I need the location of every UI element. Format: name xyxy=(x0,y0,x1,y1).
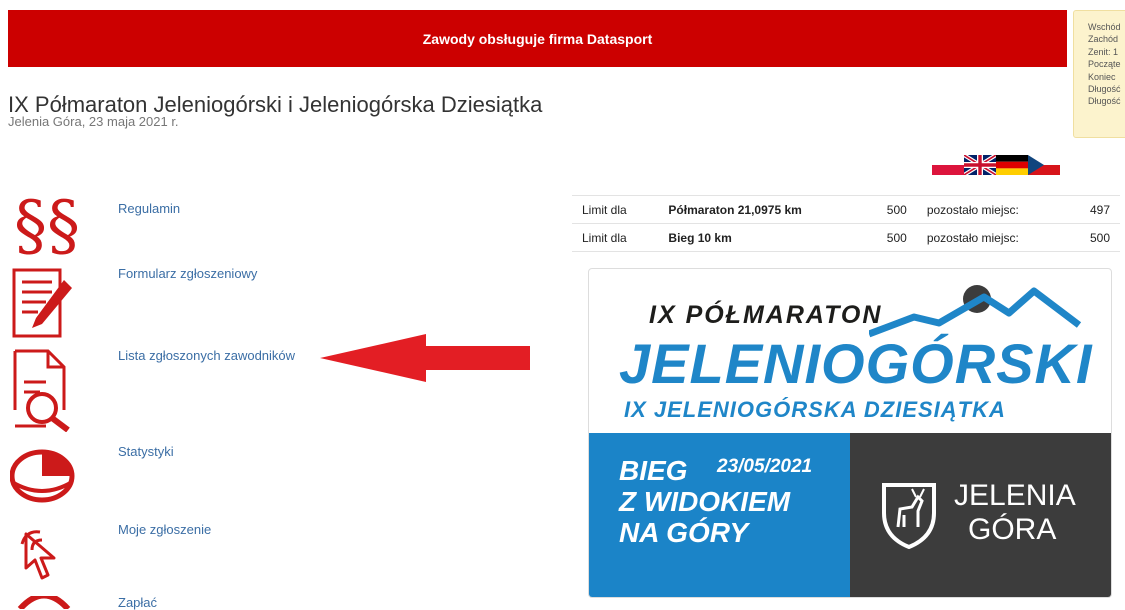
menu-link-moje-zgloszenie[interactable]: Moje zgłoszenie xyxy=(118,522,211,537)
race-name: Bieg 10 km xyxy=(658,223,864,252)
remaining-count: 497 xyxy=(1066,195,1120,224)
poster-line1: IX PÓŁMARATON xyxy=(649,301,883,329)
page-subtitle: Jelenia Góra, 23 maja 2021 r. xyxy=(8,114,179,129)
poster-city-line1: JELENIA xyxy=(954,479,1076,512)
menu-link-statystyki[interactable]: Statystyki xyxy=(118,444,174,459)
limit-prefix: Limit dla xyxy=(572,195,659,224)
menu-link-regulamin[interactable]: Regulamin xyxy=(118,201,180,216)
payment-icon[interactable] xyxy=(14,596,74,609)
poster-city-line2: GÓRA xyxy=(968,513,1057,546)
poster-blue-panel: BIEG Z WIDOKIEM NA GÓRY 23/05/2021 xyxy=(589,433,850,597)
sun-info-line: Koniec xyxy=(1088,71,1116,82)
de-flag-icon[interactable] xyxy=(996,155,1028,175)
banner-text: Zawody obsługuje firma Datasport xyxy=(422,30,653,47)
remaining-label: pozostało miejsc: xyxy=(916,195,1067,224)
cursor-click-icon[interactable] xyxy=(20,528,66,584)
datasport-banner: Zawody obsługuje firma Datasport xyxy=(8,10,1067,67)
remaining-label: pozostało miejsc: xyxy=(916,223,1067,252)
poster-line3: IX JELENIOGÓRSKA DZIESIĄTKA xyxy=(624,397,1006,422)
sun-info-box: Wschód Zachód Zenit: 1 Począte Koniec Dł… xyxy=(1073,10,1125,138)
form-pencil-icon[interactable] xyxy=(12,268,72,340)
race-name: Półmaraton 21,0975 km xyxy=(658,195,864,224)
sun-info-line: Zachód xyxy=(1088,34,1119,45)
race-limit: 500 xyxy=(863,195,917,224)
table-row: Limit dla Półmaraton 21,0975 km 500 pozo… xyxy=(572,195,1120,224)
svg-text:§§: §§ xyxy=(14,192,80,258)
table-row: Limit dla Bieg 10 km 500 pozostało miejs… xyxy=(572,223,1120,252)
poster-gray-panel: JELENIA GÓRA xyxy=(850,433,1111,597)
event-poster: IX PÓŁMARATON JELENIOGÓRSKI IX JELENIOGÓ… xyxy=(588,268,1112,598)
poster-date: 23/05/2021 xyxy=(717,456,813,477)
annotation-arrow-icon xyxy=(320,334,530,382)
poster-bieg-line: Z WIDOKIEM xyxy=(619,486,791,517)
poster-bieg-line: NA GÓRY xyxy=(619,517,749,548)
mountain-logo-icon xyxy=(869,285,1082,338)
menu-link-lista-zawodnikow[interactable]: Lista zgłoszonych zawodników xyxy=(118,348,295,363)
sun-info-line: Zenit: 1 xyxy=(1088,46,1119,57)
sun-info-line: Długość xyxy=(1088,96,1121,107)
pie-chart-icon[interactable] xyxy=(10,448,76,504)
cz-flag-icon[interactable] xyxy=(1028,155,1060,175)
remaining-count: 500 xyxy=(1066,223,1120,252)
poster-line2: JELENIOGÓRSKI xyxy=(619,332,1093,395)
limit-prefix: Limit dla xyxy=(572,223,659,252)
sun-info-line: Wschód xyxy=(1088,22,1121,32)
limits-table: Limit dla Półmaraton 21,0975 km 500 pozo… xyxy=(572,195,1120,252)
menu-link-formularz[interactable]: Formularz zgłoszeniowy xyxy=(118,266,257,281)
section-sign-icon[interactable]: §§ xyxy=(8,192,86,258)
language-switcher xyxy=(932,155,1060,175)
city-crest-icon xyxy=(882,483,936,549)
uk-flag-icon[interactable] xyxy=(964,155,996,175)
race-limit: 500 xyxy=(863,223,917,252)
sun-info-line: Począte xyxy=(1088,59,1121,70)
menu-link-zaplac[interactable]: Zapłać xyxy=(118,595,157,610)
document-search-icon[interactable] xyxy=(12,348,78,432)
sun-info-line: Długość xyxy=(1088,84,1121,95)
poster-city: JELENIA GÓRA xyxy=(954,479,1076,547)
pl-flag-icon[interactable] xyxy=(932,155,964,175)
